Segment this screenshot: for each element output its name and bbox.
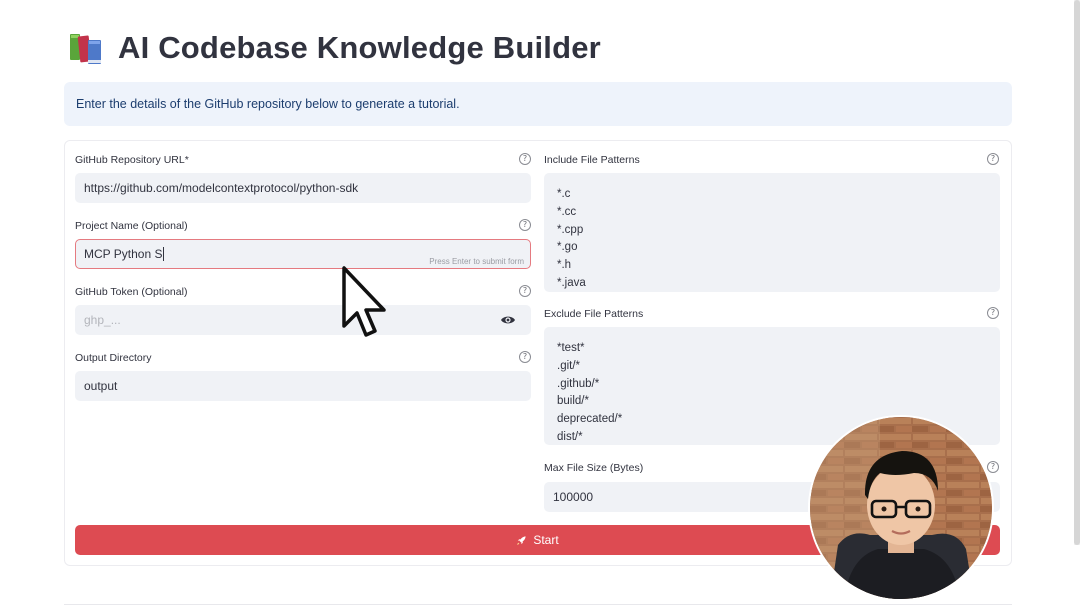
github-token-placeholder: ghp_... [84, 313, 121, 327]
start-label: Start [533, 533, 559, 547]
pattern-line: build/* [557, 395, 589, 408]
project-name-label: Project Name (Optional) [75, 220, 188, 232]
repo-url-input[interactable]: https://github.com/modelcontextprotocol/… [75, 173, 531, 203]
include-patterns-textarea[interactable]: *.c *.cc *.cpp *.go *.h *.java [544, 173, 1000, 292]
bottom-divider [64, 604, 1012, 605]
info-alert: Enter the details of the GitHub reposito… [64, 82, 1012, 126]
exclude-patterns-label: Exclude File Patterns [544, 308, 644, 320]
app-title: AI Codebase Knowledge Builder [118, 30, 601, 65]
text-caret [163, 247, 165, 261]
pattern-line: *.cpp [557, 223, 584, 236]
help-icon[interactable]: ? [519, 285, 531, 297]
submit-hint: Press Enter to submit form [429, 257, 524, 266]
output-dir-value: output [84, 379, 118, 393]
include-patterns-label: Include File Patterns [544, 154, 640, 166]
eye-icon[interactable] [500, 314, 516, 329]
help-icon[interactable]: ? [987, 307, 999, 319]
presenter-video-icon [810, 417, 992, 599]
repo-url-value: https://github.com/modelcontextprotocol/… [84, 181, 359, 195]
max-file-size-value: 100000 [553, 490, 594, 504]
pattern-line: *test* [557, 342, 585, 354]
output-dir-label: Output Directory [75, 352, 152, 364]
help-icon[interactable]: ? [519, 219, 531, 231]
pattern-line: *.c [557, 188, 571, 200]
books-icon [68, 30, 106, 66]
github-token-label: GitHub Token (Optional) [75, 286, 188, 298]
page-title: AI Codebase Knowledge Builder [68, 28, 601, 68]
scrollbar-thumb[interactable] [1074, 0, 1080, 545]
pattern-line: *.go [557, 241, 578, 254]
help-icon[interactable]: ? [519, 351, 531, 363]
project-name-value: MCP Python S [84, 247, 163, 261]
pattern-line: *.java [557, 276, 586, 289]
pattern-line: *.h [557, 259, 572, 272]
output-dir-input[interactable]: output [75, 371, 531, 401]
webcam-overlay [810, 417, 992, 599]
page-scrollbar[interactable] [1074, 0, 1080, 545]
max-file-size-label: Max File Size (Bytes) [544, 462, 644, 474]
mouse-cursor-icon [340, 264, 394, 347]
project-name-input[interactable]: MCP Python S Press Enter to submit form [75, 239, 531, 269]
pattern-line: .git/* [557, 359, 581, 372]
help-icon[interactable]: ? [987, 153, 999, 165]
app-page: AI Codebase Knowledge Builder Enter the … [0, 0, 1080, 607]
pattern-line: *.cc [557, 205, 577, 218]
pattern-line: .github/* [557, 377, 600, 390]
github-token-input[interactable]: ghp_... [75, 305, 531, 335]
rocket-icon [516, 535, 527, 546]
help-icon[interactable]: ? [519, 153, 531, 165]
info-text: Enter the details of the GitHub reposito… [76, 97, 460, 111]
help-icon[interactable]: ? [987, 461, 999, 473]
repo-url-label: GitHub Repository URL* [75, 154, 189, 166]
